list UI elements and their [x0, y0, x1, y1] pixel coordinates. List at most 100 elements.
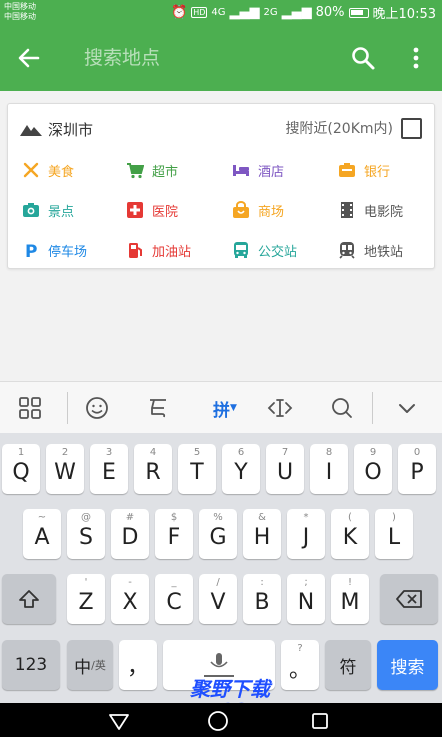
backspace-icon: [396, 590, 422, 608]
key-label: A: [34, 524, 50, 550]
shift-key[interactable]: [2, 574, 56, 624]
key-label: Z: [78, 589, 94, 615]
key-label: T: [190, 459, 204, 485]
key-hint: !: [347, 577, 352, 588]
key-l[interactable]: ) L: [375, 509, 413, 559]
category-mall[interactable]: 商场: [232, 199, 284, 221]
shopping-bag-icon: [233, 201, 249, 218]
key-hint: %: [213, 512, 223, 523]
key-s[interactable]: @ S: [67, 509, 105, 559]
key-d[interactable]: # D: [111, 509, 149, 559]
key-label: D: [121, 524, 139, 550]
status-bar: 中国移动 中国移动 ⏰ HD 4G ▂▄▆ 2G ▂▄▆ 80% 晚上10:53: [0, 0, 442, 25]
key-label: P: [410, 459, 424, 485]
search-input[interactable]: [84, 43, 324, 73]
emoji-icon[interactable]: [83, 394, 111, 422]
search-icon[interactable]: [350, 45, 376, 71]
nearby-checkbox[interactable]: [401, 117, 422, 139]
symbols-key[interactable]: 符: [325, 640, 371, 690]
back-arrow-icon[interactable]: [14, 43, 44, 73]
key-h[interactable]: & H: [243, 509, 281, 559]
key-hint: ;: [304, 577, 308, 588]
key-n[interactable]: ; N: [287, 574, 325, 624]
key-f[interactable]: $ F: [155, 509, 193, 559]
key-o[interactable]: 9O: [354, 444, 392, 494]
cursor-move-icon[interactable]: [266, 394, 294, 422]
numbers-key[interactable]: 123: [2, 640, 60, 690]
category-label: 电影院: [364, 204, 404, 220]
category-scenic[interactable]: 景点: [22, 199, 74, 221]
space-key[interactable]: [163, 640, 275, 690]
category-label: 超市: [152, 164, 179, 180]
category-hospital[interactable]: 医院: [126, 199, 178, 221]
key-hint: (: [348, 512, 352, 523]
pinyin-mode-button[interactable]: 拼 ▼: [205, 394, 245, 422]
key-hint: 7: [281, 447, 289, 458]
key-label: 中: [74, 657, 92, 678]
key-r[interactable]: 4R: [134, 444, 172, 494]
category-cinema[interactable]: 电影院: [338, 199, 403, 221]
keyboard-search-icon[interactable]: [328, 394, 356, 422]
city-selector[interactable]: 深圳市: [20, 118, 93, 140]
category-subway[interactable]: 地铁站: [338, 239, 403, 261]
key-i[interactable]: 8I: [310, 444, 348, 494]
collapse-keyboard-icon[interactable]: [393, 394, 421, 422]
nearby-search-toggle[interactable]: 搜附近(20Km内): [285, 116, 422, 140]
handwriting-icon[interactable]: [144, 394, 172, 422]
key-w[interactable]: 2W: [46, 444, 84, 494]
key-hint: &: [258, 512, 266, 523]
nav-recent-apps-icon[interactable]: [311, 712, 329, 730]
category-parking[interactable]: P 停车场: [22, 239, 87, 261]
period-key[interactable]: ?。: [281, 640, 319, 690]
more-options-icon[interactable]: [406, 45, 426, 71]
key-hint: /: [216, 577, 220, 588]
category-bus-stop[interactable]: 公交站: [232, 239, 297, 261]
nav-home-icon[interactable]: [207, 710, 229, 732]
key-e[interactable]: 3E: [90, 444, 128, 494]
key-x[interactable]: -X: [111, 574, 149, 624]
key-b[interactable]: :B: [243, 574, 281, 624]
language-switch-key[interactable]: 中/英: [67, 640, 113, 690]
backspace-key[interactable]: [380, 574, 438, 624]
key-z[interactable]: ' Z: [67, 574, 105, 624]
category-supermarket[interactable]: 超市: [126, 159, 178, 181]
keyboard: 1Q 2W 3E 4R 5T 6Y 7U 8I 9O 0P ~ A @ S # D $…: [0, 433, 442, 703]
key-m[interactable]: ! M: [331, 574, 369, 624]
key-k[interactable]: (K: [331, 509, 369, 559]
key-hint: 0: [413, 447, 421, 458]
camera-icon: [23, 203, 39, 217]
bus-icon: [234, 242, 248, 258]
key-t[interactable]: 5T: [178, 444, 216, 494]
key-y[interactable]: 6Y: [222, 444, 260, 494]
key-a[interactable]: ~ A: [23, 509, 61, 559]
city-label: 深圳市: [48, 120, 94, 139]
grid-menu-icon[interactable]: [16, 394, 44, 422]
key-c[interactable]: _ C: [155, 574, 193, 624]
subway-icon: [339, 242, 355, 259]
cart-icon: [127, 163, 144, 179]
key-p[interactable]: 0P: [398, 444, 436, 494]
key-v[interactable]: / V: [199, 574, 237, 624]
key-label: B: [254, 589, 270, 615]
key-hint: 5: [193, 447, 201, 458]
search-submit-key[interactable]: 搜索: [377, 640, 438, 690]
category-gas-station[interactable]: 加油站: [126, 239, 191, 261]
key-label: N: [297, 589, 315, 615]
key-u[interactable]: 7U: [266, 444, 304, 494]
key-hint: 1: [17, 447, 25, 458]
bed-icon: [233, 165, 249, 176]
comma-key[interactable]: ，: [119, 640, 157, 690]
category-hotel[interactable]: 酒店: [232, 159, 284, 181]
key-sublabel: /英: [91, 659, 106, 672]
nav-back-icon[interactable]: [108, 713, 130, 731]
key-g[interactable]: % G: [199, 509, 237, 559]
key-q[interactable]: 1Q: [2, 444, 40, 494]
key-j[interactable]: * J: [287, 509, 325, 559]
key-label: X: [122, 589, 138, 615]
category-bank[interactable]: 银行: [338, 159, 390, 181]
key-label: M: [340, 589, 360, 615]
category-label: 地铁站: [364, 244, 404, 260]
key-label: H: [253, 524, 271, 550]
key-label: Y: [234, 459, 248, 485]
category-food[interactable]: 美食: [22, 159, 74, 181]
